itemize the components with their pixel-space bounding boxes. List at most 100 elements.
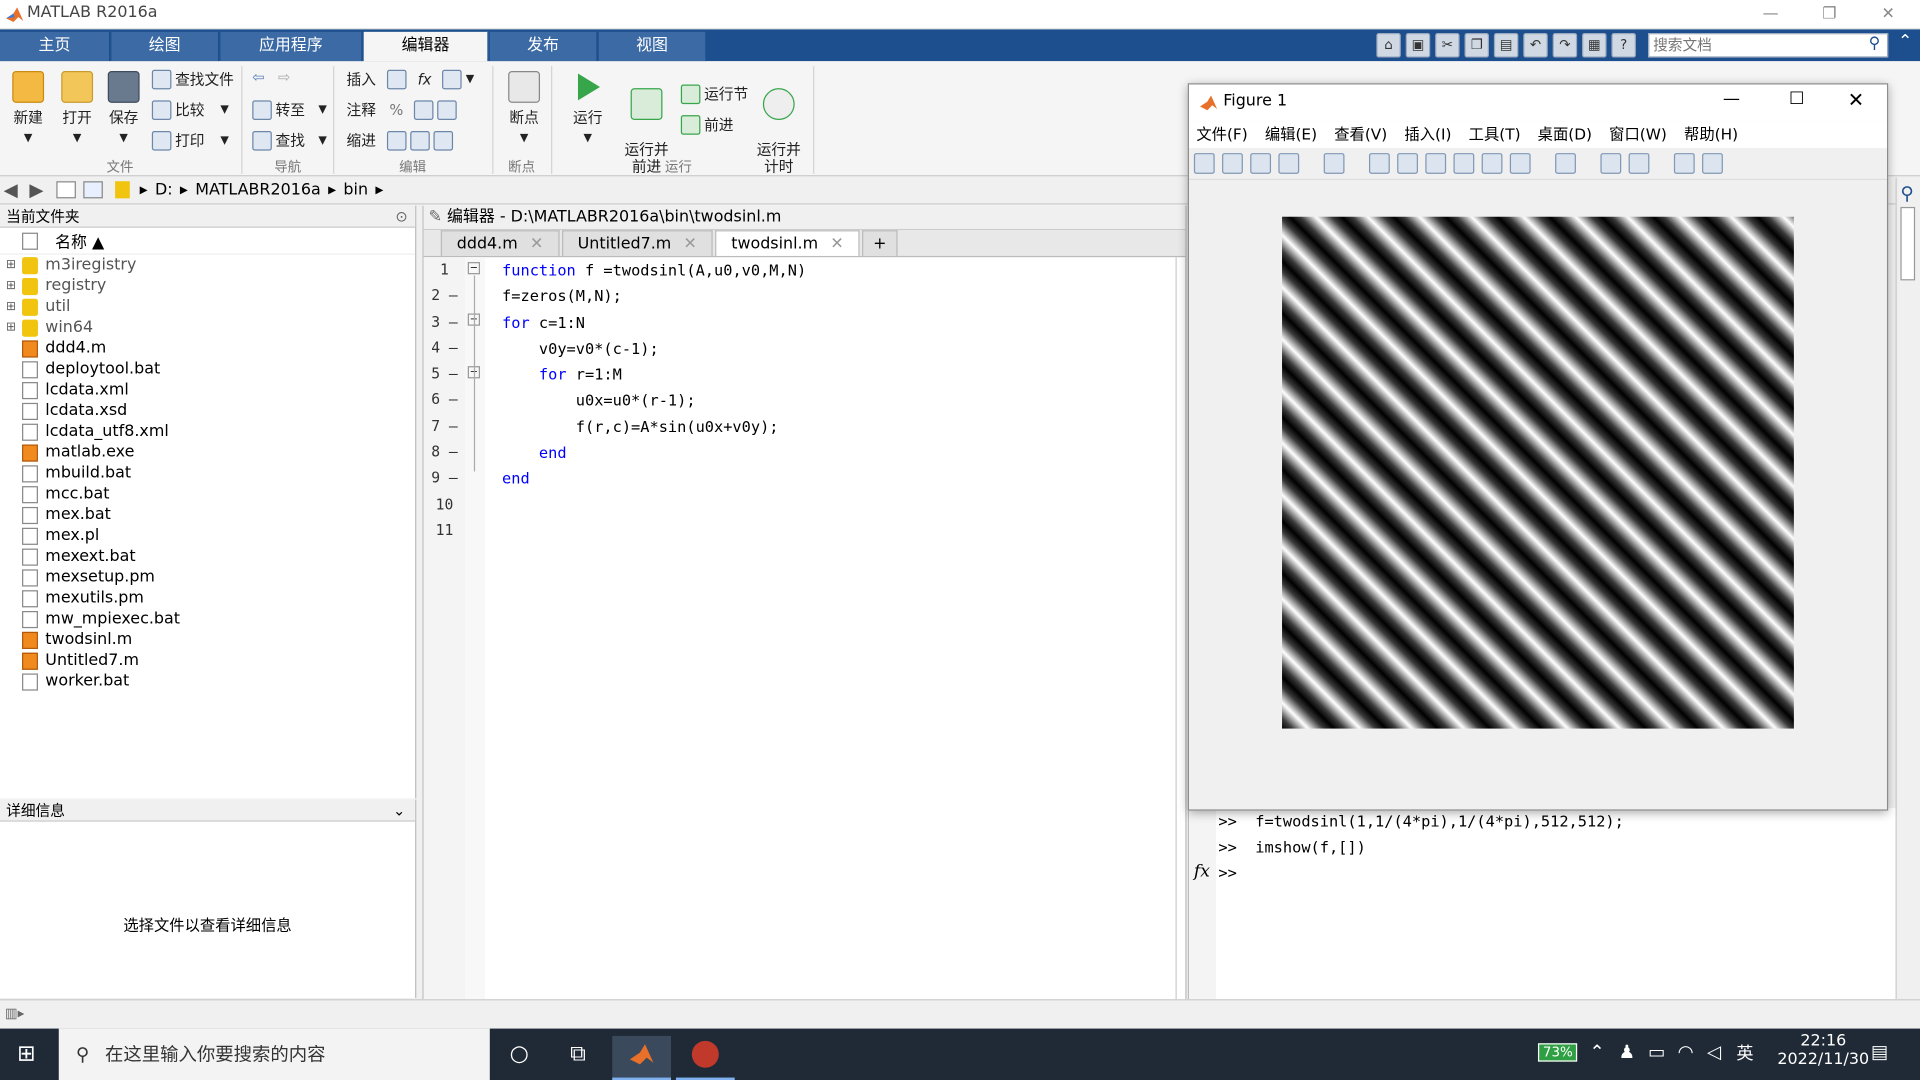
code-line[interactable]: f=zeros(M,N); xyxy=(502,283,1178,309)
code-line[interactable]: f(r,c)=A*sin(u0x+v0y); xyxy=(502,414,1178,440)
wrap-comment-icon[interactable] xyxy=(437,99,458,120)
chevron-down-icon[interactable]: ⌄ xyxy=(393,800,405,822)
figure-minimize-button[interactable]: — xyxy=(1723,89,1740,109)
line-number[interactable]: 2 — xyxy=(424,283,466,309)
nav-forward-icon[interactable]: ⇨ xyxy=(278,69,290,86)
uncomment-icon[interactable] xyxy=(414,99,434,120)
brush-icon[interactable] xyxy=(1509,153,1531,174)
tab-home[interactable]: 主页 xyxy=(0,31,111,62)
tab-view[interactable]: 视图 xyxy=(598,31,707,62)
zoom-out-icon[interactable] xyxy=(1397,153,1418,174)
battery-indicator[interactable]: 73% xyxy=(1537,1043,1578,1062)
expand-icon[interactable]: ⊞ xyxy=(0,296,22,317)
save-figure-icon[interactable] xyxy=(1250,153,1272,174)
line-number[interactable]: 4 — xyxy=(424,335,466,361)
editor-tab-untitled7[interactable]: Untitled7.m ✕ xyxy=(561,230,713,256)
notification-icon[interactable]: ▤ xyxy=(1871,1041,1888,1063)
line-number[interactable]: 1 xyxy=(424,257,466,283)
file-list-item[interactable]: deploytool.bat xyxy=(0,359,415,380)
workspace-minimized-icon[interactable] xyxy=(1900,206,1916,281)
tab-plots[interactable]: 绘图 xyxy=(111,31,220,62)
collapse-ribbon-icon[interactable]: ⌃ xyxy=(1898,32,1912,52)
file-list-item[interactable]: worker.bat xyxy=(0,671,415,692)
editor-tab-twodsinl[interactable]: twodsinl.m ✕ xyxy=(715,230,860,256)
task-view-icon[interactable]: ⧉ xyxy=(549,1036,608,1080)
smart-indent-icon[interactable] xyxy=(386,130,407,151)
file-list-item[interactable]: mex.bat xyxy=(0,504,415,525)
expand-icon[interactable]: ⊞ xyxy=(0,276,22,297)
run-button[interactable]: 运行 ▼ xyxy=(566,71,610,144)
copy-icon[interactable]: ❐ xyxy=(1464,33,1489,58)
column-header[interactable]: 名称 ▲ xyxy=(0,228,416,255)
code-line[interactable]: end xyxy=(502,440,1178,466)
decrease-indent-icon[interactable] xyxy=(433,130,454,151)
windows-start-icon[interactable]: ⊞ xyxy=(17,1041,35,1067)
switch-windows-icon[interactable]: ▦ xyxy=(1582,33,1607,58)
volume-icon[interactable]: ◁ xyxy=(1707,1041,1721,1063)
cortana-icon[interactable]: ○ xyxy=(490,1036,549,1080)
file-list-item[interactable]: ⊞ registry xyxy=(0,276,415,297)
line-number[interactable]: 9 — xyxy=(424,466,466,492)
close-tab-icon[interactable]: ✕ xyxy=(830,235,843,253)
compare-button[interactable]: 比较 ▼ xyxy=(151,99,229,120)
file-list-item[interactable]: twodsinl.m xyxy=(0,629,415,650)
help-icon[interactable]: ? xyxy=(1611,33,1636,58)
figure-maximize-button[interactable]: ☐ xyxy=(1789,89,1804,109)
show-plot-tools-icon[interactable] xyxy=(1702,153,1723,174)
browse-folder-icon[interactable] xyxy=(83,181,103,199)
shortcut-icon[interactable]: ⌂ xyxy=(1376,33,1401,58)
line-number[interactable]: 11 xyxy=(424,518,466,544)
line-number[interactable]: 8 — xyxy=(424,440,466,466)
file-list-item[interactable]: mcc.bat xyxy=(0,484,415,505)
tab-editor[interactable]: 编辑器 xyxy=(363,31,489,62)
find-button[interactable]: 查找 ▼ xyxy=(252,130,327,151)
file-list-item[interactable]: ⊞ m3iregistry xyxy=(0,255,415,276)
fold-toggle-icon[interactable]: − xyxy=(467,262,481,275)
code-line[interactable]: v0y=v0*(c-1); xyxy=(502,335,1178,361)
file-list-item[interactable]: Untitled7.m xyxy=(0,650,415,671)
matlab-taskbar-icon[interactable] xyxy=(612,1035,672,1080)
percent-icon[interactable]: % xyxy=(389,101,403,118)
panel-menu-icon[interactable]: ⊙ xyxy=(395,206,407,228)
clock[interactable]: 22:16 2022/11/30 xyxy=(1768,1032,1878,1069)
figure-menu-item[interactable]: 查看(V) xyxy=(1334,121,1387,148)
insert-block-icon[interactable] xyxy=(442,69,463,89)
code-line[interactable]: for c=1:N xyxy=(502,309,1178,335)
breadcrumb-drive[interactable]: D: xyxy=(155,181,173,199)
goto-button[interactable]: 转至 ▼ xyxy=(252,99,327,120)
hide-plot-tools-icon[interactable] xyxy=(1673,153,1695,174)
insert-button[interactable]: 插入 fx ▼ xyxy=(347,69,474,90)
taskbar-search[interactable]: ⚲ 在这里输入你要搜索的内容 xyxy=(58,1028,490,1080)
chevron-up-icon[interactable]: ⌃ xyxy=(1589,1041,1604,1063)
file-list-item[interactable]: matlab.exe xyxy=(0,442,415,463)
file-list-item[interactable]: mbuild.bat xyxy=(0,463,415,484)
figure-menu-item[interactable]: 工具(T) xyxy=(1469,121,1521,148)
pan-icon[interactable] xyxy=(1425,153,1447,174)
file-list-item[interactable]: mex.pl xyxy=(0,525,415,546)
details-header[interactable]: 详细信息 ⌄ xyxy=(0,799,416,822)
save-button[interactable]: 保存 ▼ xyxy=(103,71,145,144)
paste-icon[interactable]: ▤ xyxy=(1493,33,1519,58)
data-cursor-icon[interactable] xyxy=(1481,153,1503,174)
up-folder-icon[interactable] xyxy=(56,181,76,199)
code-line[interactable]: u0x=u0*(r-1); xyxy=(502,388,1178,414)
figure-menu-item[interactable]: 编辑(E) xyxy=(1265,121,1317,148)
search-icon[interactable]: ⚲ xyxy=(1900,182,1913,204)
code-line[interactable] xyxy=(502,492,1178,518)
breadcrumb-bin[interactable]: bin xyxy=(343,181,368,199)
file-list-item[interactable]: lcdata.xml xyxy=(0,380,415,401)
find-files-button[interactable]: 查找文件 xyxy=(151,69,234,90)
file-list-item[interactable]: ⊞ win64 xyxy=(0,317,415,338)
figure-menu-item[interactable]: 帮助(H) xyxy=(1684,121,1738,148)
back-forward-nav[interactable]: ⇦ ⇨ xyxy=(252,69,290,86)
expand-icon[interactable]: ⊞ xyxy=(0,255,22,276)
fx-icon[interactable]: fx xyxy=(1194,862,1210,882)
file-list-item[interactable]: ddd4.m xyxy=(0,338,415,359)
run-section-button[interactable]: 运行节 xyxy=(680,83,748,104)
command-window[interactable]: >> f=twodsinl(1,1/(4*pi),1/(4*pi),512,51… xyxy=(1187,808,1896,1000)
code-area[interactable]: function f =twodsinl(A,u0,v0,M,N) f=zeros… xyxy=(502,257,1178,999)
search-icon[interactable]: ⚲ xyxy=(1869,34,1881,52)
rotate-3d-icon[interactable] xyxy=(1453,153,1475,174)
open-button[interactable]: 打开 ▼ xyxy=(56,71,98,144)
new-button[interactable]: 新建 ▼ xyxy=(7,71,49,144)
